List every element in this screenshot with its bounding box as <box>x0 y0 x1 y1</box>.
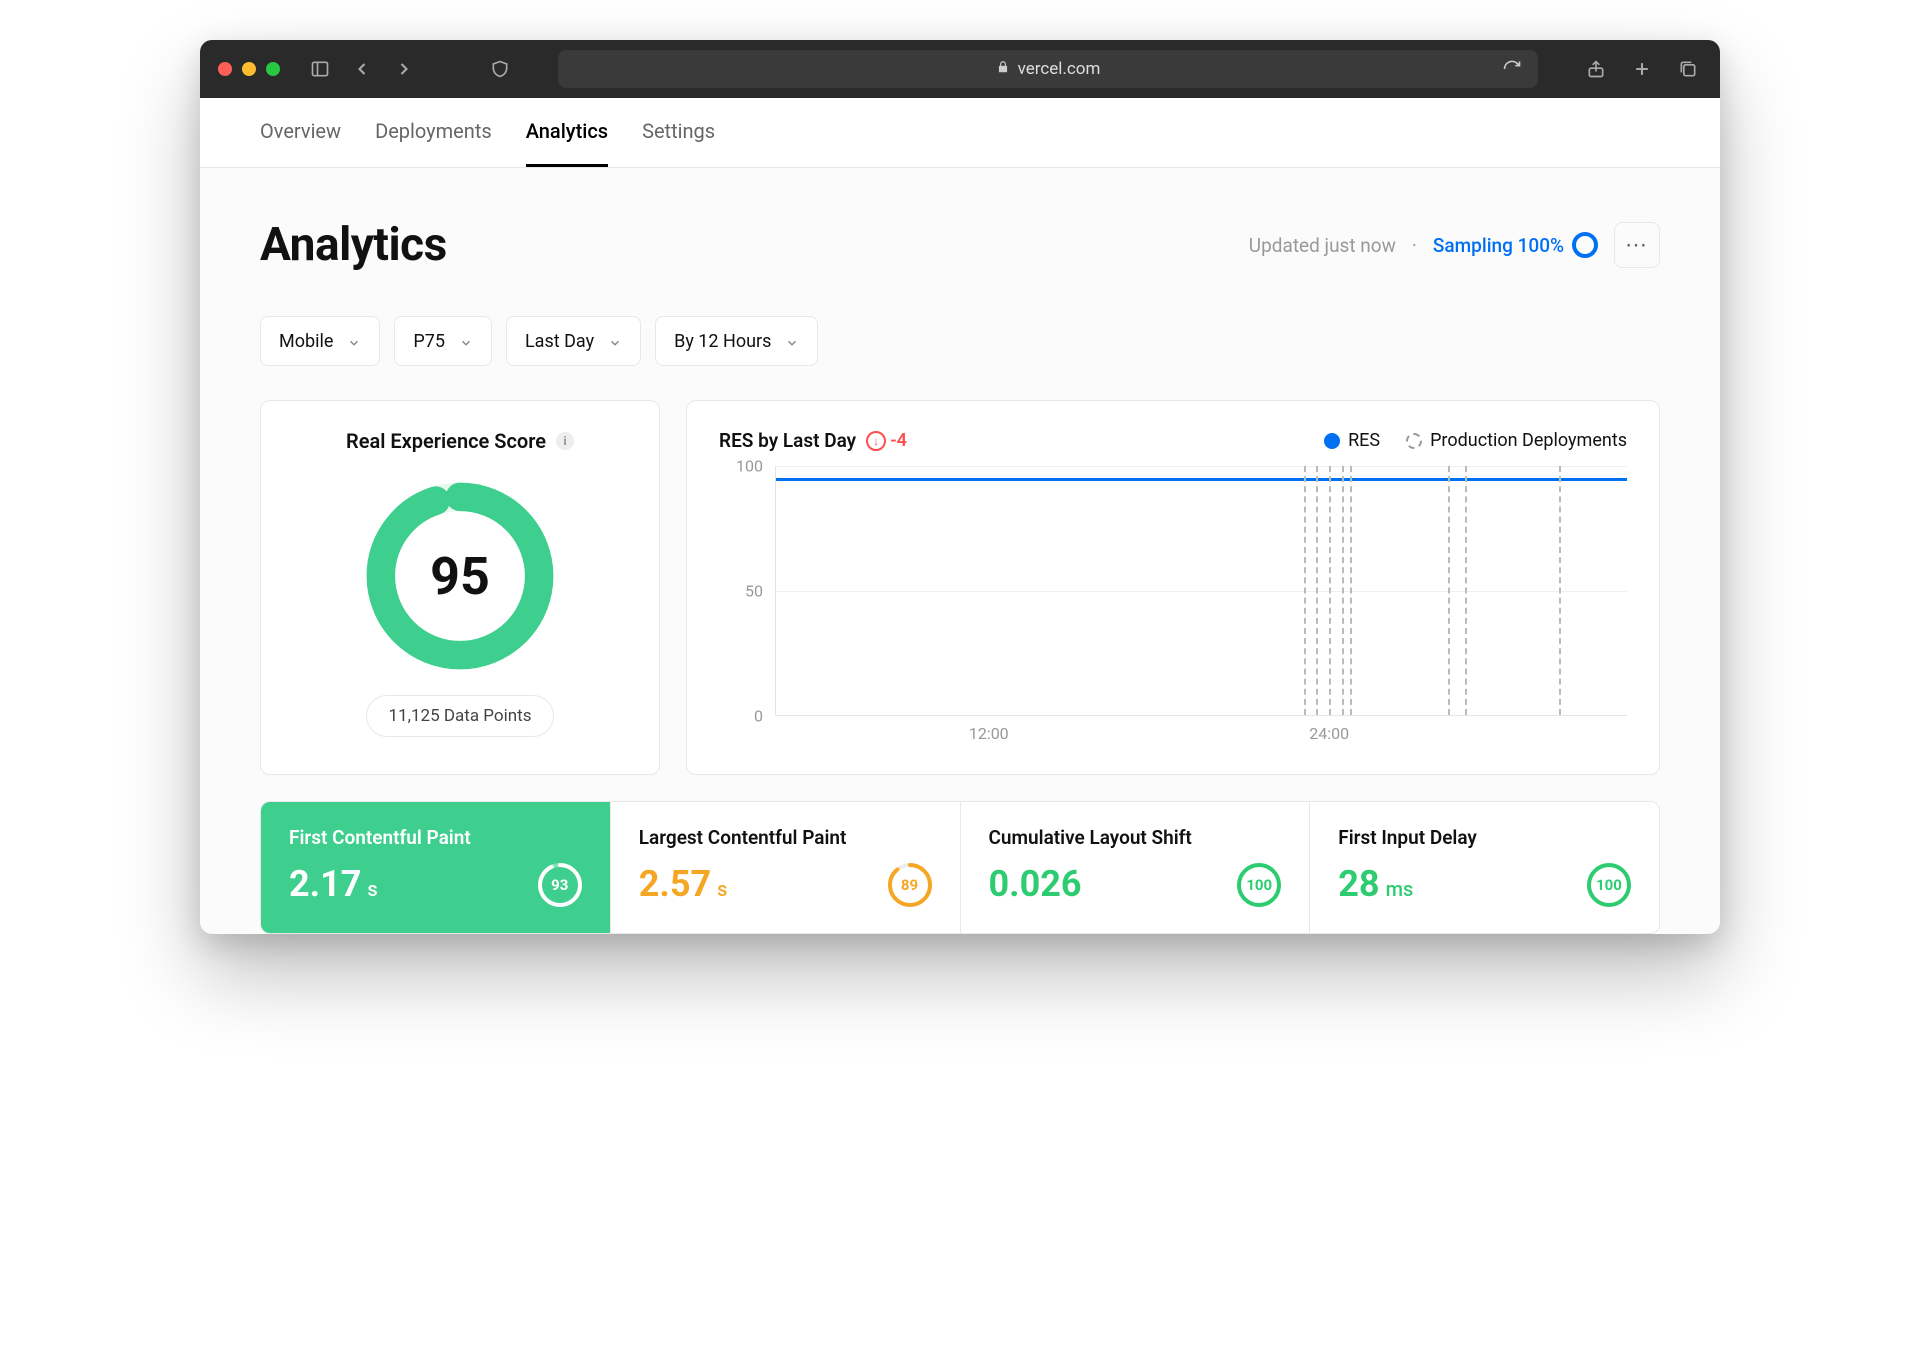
reload-button[interactable] <box>1498 55 1526 83</box>
minimize-window-button[interactable] <box>242 62 256 76</box>
chart-delta-value: -4 <box>890 430 907 451</box>
metric-name: First Contentful Paint <box>289 826 582 849</box>
metric-name: Largest Contentful Paint <box>639 826 932 849</box>
deployment-marker <box>1350 466 1352 715</box>
share-icon[interactable] <box>1582 55 1610 83</box>
deployment-marker <box>1316 466 1318 715</box>
legend-deployments: Production Deployments <box>1406 430 1627 451</box>
traffic-lights <box>218 62 280 76</box>
chevron-down-icon <box>785 334 799 348</box>
deployment-marker <box>1465 466 1467 715</box>
close-window-button[interactable] <box>218 62 232 76</box>
res-chart-card: RES by Last Day ↓ -4 RES Pr <box>686 400 1660 775</box>
more-menu-button[interactable]: ⋯ <box>1614 222 1660 268</box>
legend-label: RES <box>1348 430 1380 451</box>
deployment-marker <box>1448 466 1450 715</box>
chevron-down-icon <box>347 334 361 348</box>
new-tab-icon[interactable] <box>1628 55 1656 83</box>
select-label: Mobile <box>279 331 333 352</box>
shield-icon[interactable] <box>486 55 514 83</box>
res-gauge: 95 <box>365 481 555 671</box>
y-tick: 50 <box>745 582 763 601</box>
page-header: Analytics Updated just now · Sampling 10… <box>260 218 1660 272</box>
back-button[interactable] <box>348 55 376 83</box>
metric-score-gauge: 100 <box>1585 861 1633 909</box>
metric-fcp[interactable]: First Contentful Paint2.17s93 <box>261 802 611 933</box>
y-axis: 050100 <box>719 466 769 716</box>
percentile-select[interactable]: P75 <box>394 316 492 366</box>
select-label: P75 <box>413 331 445 352</box>
res-line <box>776 478 1627 481</box>
legend-label: Production Deployments <box>1430 430 1627 451</box>
chart-title: RES by Last Day <box>719 429 856 452</box>
deployment-marker <box>1559 466 1561 715</box>
legend-dot-icon <box>1324 433 1340 449</box>
tabs-overview-icon[interactable] <box>1674 55 1702 83</box>
browser-window: vercel.com Overview Deployments Analytic… <box>200 40 1720 934</box>
metric-score-gauge: 89 <box>886 861 934 909</box>
metric-name: First Input Delay <box>1338 826 1631 849</box>
sampling-ring-icon <box>1572 232 1598 258</box>
metric-name: Cumulative Layout Shift <box>989 826 1282 849</box>
tab-label: Overview <box>260 119 341 143</box>
arrow-down-circle-icon: ↓ <box>866 431 886 451</box>
legend-res: RES <box>1324 430 1380 451</box>
chart-body: 050100 12:0024:00 <box>719 466 1627 746</box>
range-select[interactable]: Last Day <box>506 316 641 366</box>
res-score-card: Real Experience Score i 95 11,125 Data P… <box>260 400 660 775</box>
chevron-down-icon <box>608 334 622 348</box>
sidebar-toggle-icon[interactable] <box>306 55 334 83</box>
forward-button[interactable] <box>390 55 418 83</box>
deployment-marker <box>1329 466 1331 715</box>
select-label: Last Day <box>525 331 594 352</box>
res-score-value: 95 <box>365 481 555 671</box>
updated-label: Updated just now <box>1249 234 1396 257</box>
metric-score-gauge: 100 <box>1235 861 1283 909</box>
chart-plot-area[interactable]: 12:0024:00 <box>775 466 1627 716</box>
filter-bar: Mobile P75 Last Day By 12 Hours <box>260 316 1660 366</box>
separator-dot: · <box>1412 234 1417 257</box>
sampling-label: Sampling 100% <box>1433 234 1564 257</box>
x-tick: 12:00 <box>969 724 1009 743</box>
maximize-window-button[interactable] <box>266 62 280 76</box>
legend-dashed-icon <box>1406 433 1422 449</box>
y-tick: 0 <box>754 707 763 726</box>
tab-label: Deployments <box>375 119 492 143</box>
x-tick: 24:00 <box>1309 724 1349 743</box>
tab-deployments[interactable]: Deployments <box>375 98 492 167</box>
web-vitals-row: First Contentful Paint2.17s93Largest Con… <box>260 801 1660 934</box>
score-title: Real Experience Score <box>346 429 546 453</box>
url-host: vercel.com <box>1018 59 1101 79</box>
tab-settings[interactable]: Settings <box>642 98 715 167</box>
y-tick: 100 <box>736 457 763 476</box>
chart-legend: RES Production Deployments <box>1324 430 1627 451</box>
tab-overview[interactable]: Overview <box>260 98 341 167</box>
data-points-badge[interactable]: 11,125 Data Points <box>366 695 555 737</box>
sampling-button[interactable]: Sampling 100% <box>1433 232 1598 258</box>
page-title: Analytics <box>260 218 447 272</box>
tab-label: Analytics <box>526 119 608 143</box>
tab-analytics[interactable]: Analytics <box>526 98 608 167</box>
metric-fid[interactable]: First Input Delay28ms100 <box>1310 802 1659 933</box>
url-bar[interactable]: vercel.com <box>558 50 1538 88</box>
metric-lcp[interactable]: Largest Contentful Paint2.57s89 <box>611 802 961 933</box>
chevron-down-icon <box>459 334 473 348</box>
deployment-marker <box>1304 466 1306 715</box>
lock-icon <box>996 59 1010 79</box>
tab-label: Settings <box>642 119 715 143</box>
select-label: By 12 Hours <box>674 331 771 352</box>
content-area: Analytics Updated just now · Sampling 10… <box>200 168 1720 934</box>
title-bar: vercel.com <box>200 40 1720 98</box>
chart-delta: ↓ -4 <box>866 430 907 451</box>
device-select[interactable]: Mobile <box>260 316 380 366</box>
deployment-marker <box>1342 466 1344 715</box>
metric-cls[interactable]: Cumulative Layout Shift0.026100 <box>961 802 1311 933</box>
groupby-select[interactable]: By 12 Hours <box>655 316 818 366</box>
metric-score-gauge: 93 <box>536 861 584 909</box>
page-tabs: Overview Deployments Analytics Settings <box>200 98 1720 168</box>
info-icon[interactable]: i <box>556 432 574 450</box>
